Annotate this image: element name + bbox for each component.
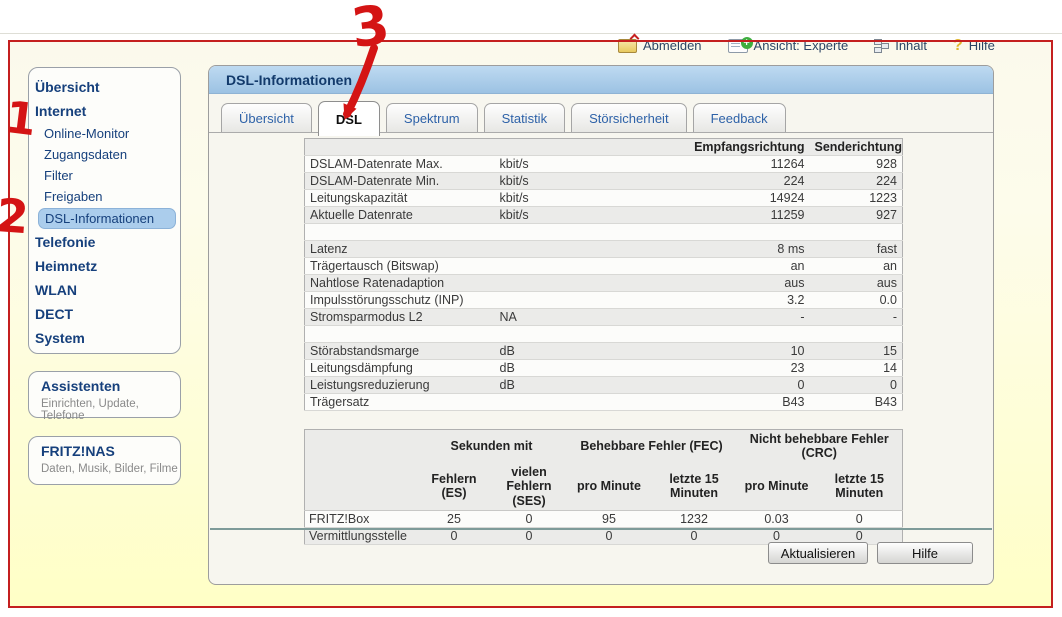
top-menu: Abmelden Ansicht: Experte Inhalt ? Hilfe (618, 36, 995, 54)
table-row: Leitungsdämpfung dB 23 14 (304, 359, 903, 377)
fritzbox-dsl-page: Abmelden Ansicht: Experte Inhalt ? Hilfe… (0, 0, 1062, 617)
table-row: Trägersatz B43 B43 (304, 393, 903, 411)
contents-link[interactable]: Inhalt (874, 38, 927, 53)
fritznas-box[interactable]: FRITZ!NAS Daten, Musik, Bilder, Filme (28, 436, 181, 485)
help-label: Hilfe (968, 38, 995, 53)
fritznas-title: FRITZ!NAS (41, 443, 115, 459)
assistenten-subtitle: Einrichten, Update, Telefone (41, 398, 139, 422)
main-panel: DSL-Informationen Übersicht DSL Spektrum… (208, 65, 994, 585)
dsl-values-table: Empfangsrichtung Senderichtung DSLAM-Dat… (304, 138, 903, 411)
spacer-row (304, 223, 903, 241)
table-row: Leitungskapazität kbit/s 14924 1223 (304, 189, 903, 207)
view-mode-label: Ansicht: Experte (753, 38, 849, 53)
table-row: Leistungsreduzierung dB 0 0 (304, 376, 903, 394)
tab-feedback[interactable]: Feedback (692, 103, 786, 132)
refresh-button[interactable]: Aktualisieren (768, 542, 868, 564)
table-row: Trägertausch (Bitswap) an an (304, 257, 903, 275)
assistenten-box[interactable]: Assistenten Einrichten, Update, Telefone (28, 371, 181, 422)
help-link[interactable]: ? Hilfe (953, 36, 995, 54)
col-group-sekunden: Sekunden mit (416, 429, 567, 463)
sidebar-item-heimnetz[interactable]: Heimnetz (29, 254, 180, 278)
tab-stoersicherheit[interactable]: Störsicherheit (571, 103, 687, 132)
view-mode-icon (727, 36, 753, 53)
button-row: Aktualisieren Hilfe (768, 542, 973, 564)
page-title: DSL-Informationen (209, 66, 993, 94)
logout-label: Abmelden (643, 38, 702, 53)
table-row: Störabstandsmarge dB 10 15 (304, 342, 903, 360)
help-button[interactable]: Hilfe (877, 542, 973, 564)
col-senderichtung: Senderichtung (809, 138, 903, 156)
help-icon: ? (953, 36, 963, 54)
tab-bar: Übersicht DSL Spektrum Statistik Störsic… (221, 101, 786, 136)
sidebar-item-system[interactable]: System (29, 326, 180, 350)
top-hairline (0, 33, 1062, 34)
button-separator (210, 528, 992, 530)
table-row: DSLAM-Datenrate Min. kbit/s 224 224 (304, 172, 903, 190)
table-row: Stromsparmodus L2 NA - - (304, 308, 903, 326)
table-row: FRITZ!Box 25 0 95 1232 0.03 0 (304, 510, 903, 528)
tab-statistik[interactable]: Statistik (483, 103, 566, 132)
sitemap-icon (874, 39, 890, 53)
tab-uebersicht[interactable]: Übersicht (221, 103, 312, 132)
group-header-row: Sekunden mit Behebbare Fehler (FEC) Nich… (304, 429, 903, 463)
table-row: DSLAM-Datenrate Max. kbit/s 11264 928 (304, 155, 903, 173)
table-header-row: Empfangsrichtung Senderichtung (304, 138, 903, 156)
sidebar-item-online-monitor[interactable]: Online-Monitor (29, 123, 180, 144)
sidebar-item-filter[interactable]: Filter (29, 165, 180, 186)
tab-spektrum[interactable]: Spektrum (385, 103, 478, 132)
sidebar-item-uebersicht[interactable]: Übersicht (29, 75, 180, 99)
col-empfangsrichtung: Empfangsrichtung (582, 138, 810, 156)
table-row: Nahtlose Ratenadaption aus aus (304, 274, 903, 292)
sidebar-item-zugangsdaten[interactable]: Zugangsdaten (29, 144, 180, 165)
sidebar-item-telefonie[interactable]: Telefonie (29, 230, 180, 254)
table-row: Aktuelle Datenrate kbit/s 11259 927 (304, 206, 903, 224)
table-row: Latenz 8 ms fast (304, 240, 903, 258)
fritznas-subtitle: Daten, Musik, Bilder, Filme (41, 463, 178, 475)
assistenten-title: Assistenten (41, 378, 121, 394)
col-group-fec: Behebbare Fehler (FEC) (566, 429, 737, 463)
sidebar-item-wlan[interactable]: WLAN (29, 278, 180, 302)
view-mode-link[interactable]: Ansicht: Experte (727, 36, 849, 53)
logout-link[interactable]: Abmelden (618, 38, 702, 53)
tab-dsl[interactable]: DSL (317, 101, 380, 136)
sidebar-item-internet[interactable]: Internet (29, 99, 180, 123)
sidebar-item-freigaben[interactable]: Freigaben (29, 186, 180, 207)
spacer-row (304, 325, 903, 343)
col-group-crc: Nicht behebbare Fehler (CRC) (736, 429, 903, 463)
sidebar-item-dect[interactable]: DECT (29, 302, 180, 326)
contents-label: Inhalt (895, 38, 928, 53)
table-row: Impulsstörungsschutz (INP) 3.2 0.0 (304, 291, 903, 309)
logout-icon (618, 38, 637, 53)
sidebar-item-dsl-informationen[interactable]: DSL-Informationen (38, 208, 176, 229)
sidebar-nav: Übersicht Internet Online-Monitor Zugang… (28, 67, 181, 354)
sub-header-row: Fehlern (ES) vielen Fehlern (SES) pro Mi… (304, 462, 903, 511)
